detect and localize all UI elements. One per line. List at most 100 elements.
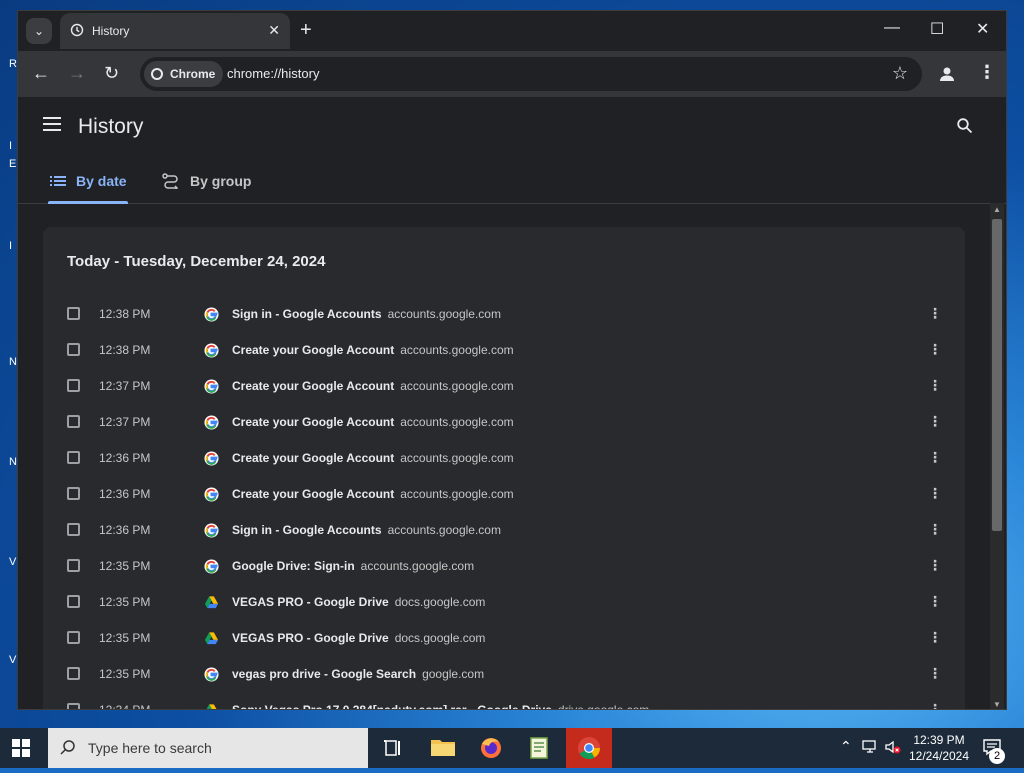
more-actions-icon[interactable]: ⋮: [928, 665, 942, 682]
firefox-button[interactable]: [468, 728, 514, 768]
desktop-icon-label[interactable]: N: [9, 356, 17, 368]
history-entry-row[interactable]: 12:35 PM Google Drive: Sign-in accounts.go…: [43, 549, 965, 585]
back-button[interactable]: ←: [32, 63, 50, 83]
entry-link[interactable]: Create your Google Account accounts.googl…: [232, 487, 514, 501]
chrome-taskbar-button[interactable]: [566, 728, 612, 768]
scrollbar[interactable]: ▲ ▼: [990, 203, 1004, 709]
entry-checkbox[interactable]: [67, 451, 80, 464]
entry-checkbox[interactable]: [67, 703, 80, 709]
history-entry-row[interactable]: 12:38 PM Sign in - Google Accounts account…: [43, 297, 965, 333]
forward-button[interactable]: →: [68, 63, 86, 83]
desktop-icon-label[interactable]: V: [9, 654, 16, 666]
history-entry-row[interactable]: 12:34 PM Sony Vegas Pro 17.0.284[nadutv.c…: [43, 693, 965, 709]
history-entry-row[interactable]: 12:35 PM vegas pro drive - Google Search g…: [43, 657, 965, 693]
entry-link[interactable]: Create your Google Account accounts.googl…: [232, 451, 514, 465]
bookmark-star-icon[interactable]: ☆: [892, 63, 908, 84]
network-icon[interactable]: [862, 739, 880, 758]
entry-link[interactable]: vegas pro drive - Google Search google.co…: [232, 667, 484, 681]
desktop-icon-label[interactable]: V: [9, 556, 16, 568]
entry-time: 12:36 PM: [99, 523, 151, 537]
taskbar-search[interactable]: Type here to search: [48, 728, 368, 768]
more-actions-icon[interactable]: ⋮: [928, 629, 942, 646]
entry-link[interactable]: Sign in - Google Accounts accounts.google…: [232, 307, 501, 321]
entry-time: 12:36 PM: [99, 451, 151, 465]
entry-checkbox[interactable]: [67, 523, 80, 536]
google-icon: [204, 415, 219, 430]
entry-link[interactable]: VEGAS PRO - Google Drive docs.google.com: [232, 595, 485, 609]
entry-checkbox[interactable]: [67, 667, 80, 680]
new-tab-button[interactable]: +: [300, 19, 312, 41]
entry-link[interactable]: Create your Google Account accounts.googl…: [232, 379, 514, 393]
entry-domain: accounts.google.com: [360, 559, 475, 573]
entry-checkbox[interactable]: [67, 307, 80, 320]
entry-link[interactable]: VEGAS PRO - Google Drive docs.google.com: [232, 631, 485, 645]
scroll-up-arrow[interactable]: ▲: [993, 205, 1001, 214]
more-actions-icon[interactable]: ⋮: [928, 449, 942, 466]
tab-history[interactable]: History ✕: [60, 13, 290, 49]
history-entry-row[interactable]: 12:36 PM Create your Google Account accoun…: [43, 477, 965, 513]
desktop-icon-label[interactable]: N: [9, 456, 17, 468]
show-hidden-icons-chevron-icon[interactable]: ⌃: [840, 738, 852, 755]
url-text[interactable]: chrome://history: [227, 66, 319, 81]
entry-checkbox[interactable]: [67, 559, 80, 572]
entry-checkbox[interactable]: [67, 379, 80, 392]
close-icon[interactable]: ✕: [268, 22, 280, 39]
desktop-icon-label[interactable]: I: [9, 140, 12, 152]
entry-checkbox[interactable]: [67, 415, 80, 428]
more-actions-icon[interactable]: ⋮: [928, 593, 942, 610]
site-info-chip[interactable]: Chrome: [144, 61, 224, 87]
task-view-button[interactable]: [370, 728, 416, 768]
entry-link[interactable]: Sony Vegas Pro 17.0.284[nadutv.com].rar …: [232, 703, 649, 709]
entry-checkbox[interactable]: [67, 631, 80, 644]
tab-by-date[interactable]: By date: [50, 173, 127, 189]
more-actions-icon[interactable]: ⋮: [928, 557, 942, 574]
desktop-icon-label[interactable]: I: [9, 240, 12, 252]
minimize-button[interactable]: —: [884, 19, 900, 37]
more-actions-icon[interactable]: ⋮: [928, 413, 942, 430]
more-actions-icon[interactable]: ⋮: [928, 701, 942, 709]
more-actions-icon[interactable]: ⋮: [928, 377, 942, 394]
entry-checkbox[interactable]: [67, 487, 80, 500]
reload-button[interactable]: ↻: [104, 63, 119, 83]
notepad-button[interactable]: [516, 728, 562, 768]
address-bar[interactable]: Chrome chrome://history ☆: [140, 57, 922, 91]
entry-link[interactable]: Sign in - Google Accounts accounts.google…: [232, 523, 501, 537]
desktop-icon-label[interactable]: R: [9, 58, 17, 70]
history-entry-row[interactable]: 12:38 PM Create your Google Account accoun…: [43, 333, 965, 369]
history-entry-row[interactable]: 12:37 PM Create your Google Account accoun…: [43, 405, 965, 441]
scroll-thumb[interactable]: [992, 219, 1002, 531]
browser-menu-icon[interactable]: ⋮: [978, 62, 996, 83]
entry-checkbox[interactable]: [67, 595, 80, 608]
search-icon[interactable]: [956, 117, 974, 135]
entry-link[interactable]: Create your Google Account accounts.googl…: [232, 343, 514, 357]
file-explorer-button[interactable]: [420, 728, 466, 768]
more-actions-icon[interactable]: ⋮: [928, 305, 942, 322]
tab-search-button[interactable]: ⌄: [26, 18, 52, 44]
scroll-down-arrow[interactable]: ▼: [993, 700, 1001, 709]
history-entry-row[interactable]: 12:36 PM Create your Google Account accoun…: [43, 441, 965, 477]
taskbar: Type here to search ⌃ 12:39 PM 12/24/202…: [0, 728, 1024, 768]
taskbar-clock[interactable]: 12:39 PM 12/24/2024: [904, 732, 974, 764]
entry-time: 12:38 PM: [99, 307, 151, 321]
desktop-icon-label[interactable]: E: [9, 158, 16, 170]
entry-domain: docs.google.com: [394, 631, 486, 645]
history-entry-row[interactable]: 12:36 PM Sign in - Google Accounts account…: [43, 513, 965, 549]
entry-checkbox[interactable]: [67, 343, 80, 356]
history-entry-row[interactable]: 12:37 PM Create your Google Account accoun…: [43, 369, 965, 405]
more-actions-icon[interactable]: ⋮: [928, 485, 942, 502]
profile-icon[interactable]: [938, 65, 956, 83]
entry-link[interactable]: Google Drive: Sign-in accounts.google.com: [232, 559, 474, 573]
volume-muted-icon[interactable]: [884, 739, 902, 758]
history-entry-row[interactable]: 12:35 PM VEGAS PRO - Google Drive docs.goo…: [43, 585, 965, 621]
maximize-button[interactable]: ☐: [930, 19, 944, 39]
more-actions-icon[interactable]: ⋮: [928, 341, 942, 358]
entry-link[interactable]: Create your Google Account accounts.googl…: [232, 415, 514, 429]
menu-icon[interactable]: [43, 117, 61, 135]
close-window-button[interactable]: ✕: [976, 19, 989, 39]
history-entry-row[interactable]: 12:35 PM VEGAS PRO - Google Drive docs.goo…: [43, 621, 965, 657]
windows-start-icon[interactable]: [12, 739, 30, 757]
entry-title: VEGAS PRO - Google Drive: [232, 631, 389, 645]
google-icon: [204, 343, 219, 358]
more-actions-icon[interactable]: ⋮: [928, 521, 942, 538]
tab-by-group[interactable]: By group: [162, 173, 251, 191]
